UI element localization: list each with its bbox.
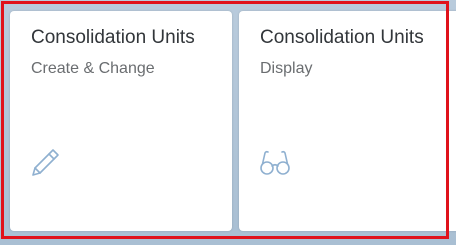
tile-consolidation-units-display[interactable]: Consolidation Units Display	[239, 11, 456, 231]
tile-subtitle: Create & Change	[31, 60, 155, 77]
tile-title: Consolidation Units	[31, 27, 195, 48]
tile-subtitle: Display	[260, 60, 313, 77]
tile-consolidation-units-create-change[interactable]: Consolidation Units Create & Change	[10, 11, 232, 231]
pencil-icon	[29, 145, 63, 179]
glasses-icon	[258, 145, 292, 179]
tile-title: Consolidation Units	[260, 27, 424, 48]
launchpad-group: Consolidation Units Create & Change Cons…	[0, 0, 456, 245]
